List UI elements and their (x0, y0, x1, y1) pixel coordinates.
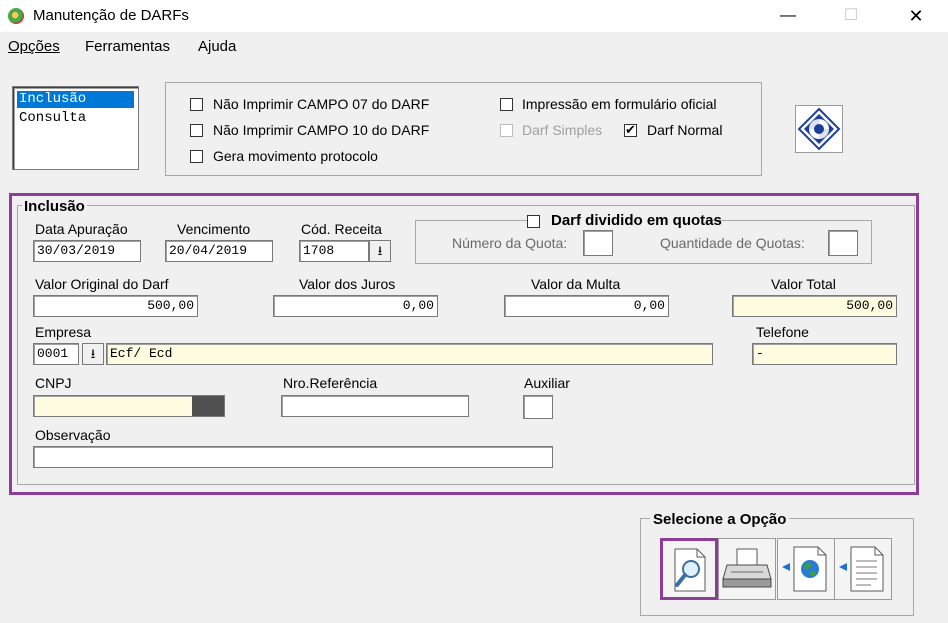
export-document-icon (839, 546, 884, 592)
darf-simples-checkbox[interactable] (500, 124, 513, 137)
empresa-code-field[interactable]: 0001 (33, 343, 79, 365)
darf-normal-label: Darf Normal (647, 122, 723, 138)
cnpj-label: CNPJ (35, 375, 72, 391)
cod-receita-field[interactable]: 1708 (299, 240, 369, 262)
cod-receita-label: Cód. Receita (301, 221, 382, 237)
quantidade-quotas-field[interactable] (828, 230, 858, 256)
data-apuracao-label: Data Apuração (35, 221, 128, 237)
auxiliar-label: Auxiliar (524, 375, 570, 391)
numero-quota-field[interactable] (583, 230, 613, 256)
maximize-button[interactable]: ☐ (828, 0, 874, 32)
valor-multa-field[interactable]: 0,00 (504, 295, 669, 317)
export-text-button[interactable] (834, 538, 892, 600)
nao-imprimir-campo-10-label: Não Imprimir CAMPO 10 do DARF (213, 122, 430, 138)
menu-ferramentas-label: Ferramentas (85, 38, 171, 55)
gera-movimento-label: Gera movimento protocolo (213, 148, 378, 164)
telefone-field: - (752, 343, 897, 365)
close-button[interactable]: ✕ (893, 0, 939, 32)
export-web-button[interactable] (777, 538, 835, 600)
valor-total-field: 500,00 (732, 295, 897, 317)
darf-normal-checkbox[interactable] (624, 122, 637, 138)
darf-dividido-quotas-checkbox[interactable] (527, 215, 540, 228)
auxiliar-field[interactable] (523, 395, 553, 419)
menu-opcoes[interactable]: Opções (8, 38, 60, 55)
nro-referencia-field[interactable] (281, 395, 469, 417)
impressao-oficial-label: Impressão em formulário oficial (522, 96, 717, 112)
inclusao-title: Inclusão (22, 198, 87, 215)
search-document-icon (674, 548, 706, 592)
search-button[interactable] (660, 538, 718, 600)
quotas-header: Darf dividido em quotas (527, 212, 722, 229)
valor-juros-field[interactable]: 0,00 (273, 295, 438, 317)
vencimento-label: Vencimento (177, 221, 251, 237)
menu-opcoes-label: Opções (8, 38, 60, 55)
data-apuracao-field[interactable]: 30/03/2019 (33, 240, 141, 262)
valor-original-label: Valor Original do Darf (35, 276, 169, 292)
darf-simples-label: Darf Simples (522, 122, 603, 138)
valor-original-field[interactable]: 500,00 (33, 295, 198, 317)
empresa-name-field: Ecf/ Ecd (106, 343, 713, 365)
quantidade-quotas-label: Quantidade de Quotas: (660, 235, 805, 251)
vencimento-field[interactable]: 20/04/2019 (165, 240, 273, 262)
minimize-button[interactable]: — (765, 0, 811, 32)
list-item-inclusao[interactable]: Inclusão (17, 91, 134, 108)
menu-ajuda[interactable]: Ajuda (198, 38, 236, 55)
receita-logo-icon (795, 105, 843, 153)
telefone-label: Telefone (756, 324, 809, 340)
cnpj-button[interactable] (192, 396, 224, 416)
darf-dividido-quotas-label: Darf dividido em quotas (551, 212, 722, 229)
menu-ferramentas[interactable]: Ferramentas (85, 38, 170, 55)
printer-icon (722, 548, 772, 588)
cod-receita-dropdown-icon[interactable]: ⭳ (369, 240, 391, 262)
observacao-label: Observação (35, 427, 111, 443)
nao-imprimir-campo-07-label: Não Imprimir CAMPO 07 do DARF (213, 96, 430, 112)
impressao-oficial-checkbox[interactable] (500, 98, 513, 111)
empresa-dropdown-icon[interactable]: ⭳ (82, 343, 104, 365)
window-title: Manutenção de DARFs (33, 7, 189, 24)
gera-movimento-checkbox[interactable] (190, 150, 203, 163)
observacao-field[interactable] (33, 446, 553, 468)
app-icon (8, 8, 24, 24)
numero-quota-label: Número da Quota: (452, 235, 568, 251)
export-globe-icon (782, 546, 827, 592)
valor-juros-label: Valor dos Juros (299, 276, 396, 292)
valor-total-label: Valor Total (771, 276, 836, 292)
mode-list[interactable]: Inclusão Consulta (12, 86, 139, 170)
print-button[interactable] (718, 538, 776, 600)
menu-ajuda-label: Ajuda (198, 38, 237, 55)
empresa-label: Empresa (35, 324, 92, 340)
valor-multa-label: Valor da Multa (531, 276, 621, 292)
nao-imprimir-campo-10-checkbox[interactable] (190, 124, 203, 137)
nao-imprimir-campo-07-checkbox[interactable] (190, 98, 203, 111)
select-option-title: Selecione a Opção (650, 511, 790, 528)
list-item-consulta[interactable]: Consulta (17, 110, 134, 127)
nro-referencia-label: Nro.Referência (283, 375, 378, 391)
